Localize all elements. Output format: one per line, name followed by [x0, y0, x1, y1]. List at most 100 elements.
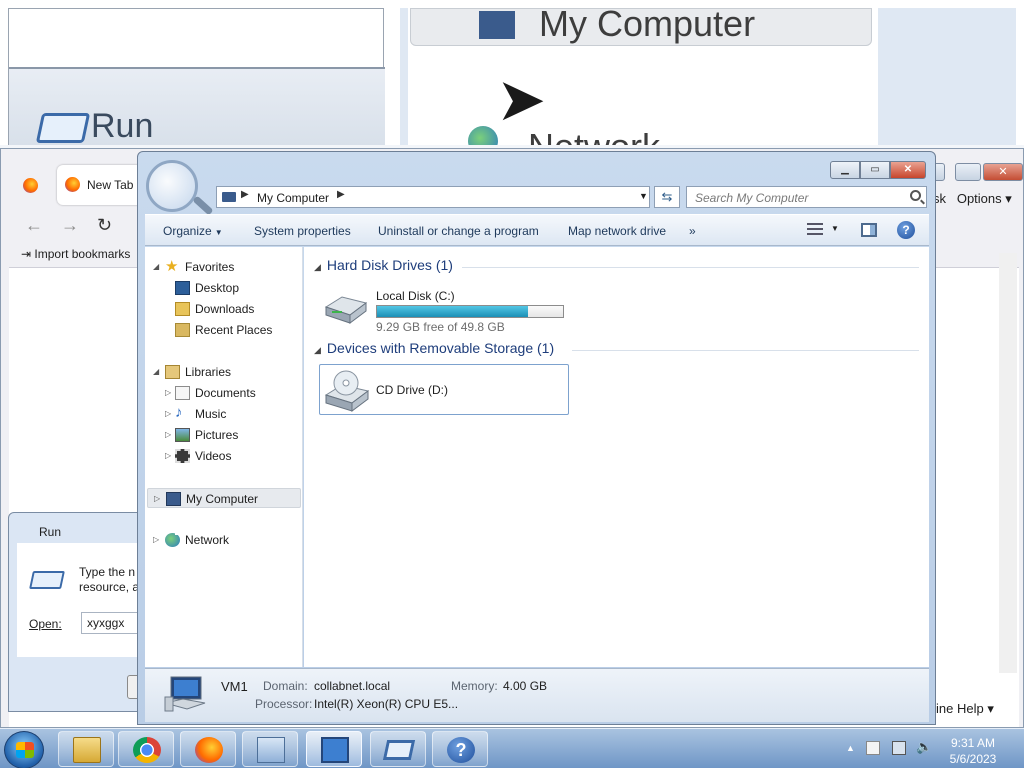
network-icon [165, 533, 180, 547]
local-disk-name[interactable]: Local Disk (C:) [376, 289, 455, 303]
control-panel-icon [257, 737, 285, 763]
online-help-menu[interactable]: ine Help ▾ [936, 701, 994, 717]
run-icon [29, 571, 65, 589]
chevron-right-icon[interactable]: ▷ [154, 494, 160, 503]
local-disk-free-space: 9.29 GB free of 49.8 GB [376, 320, 505, 334]
command-bar: Organize ▼ System properties Uninstall or… [145, 214, 929, 246]
preview-pane-icon[interactable] [861, 223, 877, 237]
nav-documents[interactable]: ▷ Documents [145, 383, 303, 403]
minimize-button[interactable]: ▁ [830, 161, 860, 179]
documents-icon [175, 386, 190, 400]
show-hidden-icons[interactable]: ▲ [846, 743, 855, 753]
chevron-down-icon[interactable]: ▼ [639, 191, 648, 201]
chevron-down-icon[interactable]: ▼ [831, 224, 839, 233]
start-button[interactable] [4, 731, 44, 768]
pictures-icon [175, 428, 190, 442]
taskbar-my-computer[interactable] [306, 731, 362, 767]
cd-drive-name: CD Drive (D:) [376, 383, 448, 397]
nav-libraries[interactable]: ◢ Libraries [145, 362, 303, 382]
action-center-icon[interactable] [866, 741, 880, 755]
search-input[interactable]: Search My Computer [686, 186, 927, 208]
computer-icon [222, 192, 236, 202]
open-label: Open: [29, 617, 62, 631]
firefox-icon [195, 737, 223, 763]
chevron-right-icon[interactable]: ▷ [153, 535, 159, 544]
help-icon[interactable]: ? [897, 221, 915, 239]
chevron-right-icon[interactable]: ▷ [165, 430, 171, 439]
breadcrumb[interactable]: My Computer [257, 191, 329, 205]
views-icon[interactable] [807, 223, 823, 235]
collapse-icon[interactable]: ◢ [314, 345, 321, 355]
chevron-right-icon[interactable]: ▷ [165, 388, 171, 397]
more-commands-button[interactable]: » [689, 224, 696, 238]
windows-logo-icon [16, 742, 34, 758]
volume-icon[interactable]: 🔈 [916, 739, 932, 754]
domain-value: collabnet.local [314, 679, 391, 693]
taskbar-explorer[interactable] [58, 731, 114, 767]
collapse-icon[interactable]: ◢ [314, 262, 321, 272]
network-status-icon[interactable] [892, 741, 906, 755]
details-pane: VM1 Domain: collabnet.local Memory: 4.00… [145, 668, 929, 722]
hard-disk-icon [322, 293, 368, 324]
close-button[interactable]: ✕ [983, 163, 1023, 181]
taskbar-chrome[interactable] [118, 731, 174, 767]
scrollbar[interactable] [999, 253, 1017, 673]
run-icon [382, 740, 416, 760]
search-icon[interactable] [910, 190, 921, 201]
disk-usage-fill [377, 306, 528, 317]
nav-downloads[interactable]: Downloads [145, 299, 303, 319]
reload-icon[interactable]: ↻ [97, 215, 112, 236]
maximize-button[interactable]: ▭ [860, 161, 890, 179]
organize-button[interactable]: Organize ▼ [163, 224, 223, 238]
taskbar-control-panel[interactable] [242, 731, 298, 767]
system-properties-button[interactable]: System properties [254, 224, 351, 238]
refresh-button[interactable]: ⇆ [654, 186, 680, 208]
nav-network[interactable]: ▷ Network [145, 530, 303, 550]
libraries-icon [165, 365, 180, 379]
expand-icon[interactable]: ◢ [153, 367, 159, 376]
close-button[interactable]: ✕ [890, 161, 926, 179]
chevron-right-icon[interactable]: ▷ [165, 409, 171, 418]
navigation-pane: ◢ ★ Favorites Desktop Downloads Recent P… [145, 247, 303, 667]
taskbar-run[interactable] [370, 731, 426, 767]
options-menu[interactable]: sk Options ▾ [933, 191, 1012, 207]
desktop-icon [175, 281, 190, 295]
nav-music[interactable]: ▷ ♪ Music [145, 404, 303, 424]
cd-drive-item[interactable]: CD Drive (D:) [319, 364, 569, 415]
magnifier-handle [192, 195, 214, 216]
import-bookmarks-button[interactable]: ⇥ Import bookmarks [21, 247, 130, 261]
help-icon: ? [447, 737, 475, 763]
map-network-drive-button[interactable]: Map network drive [568, 224, 666, 238]
magnifier-icon[interactable] [146, 160, 198, 212]
nav-desktop[interactable]: Desktop [145, 278, 303, 298]
processor-value: Intel(R) Xeon(R) CPU E5... [314, 697, 459, 711]
star-icon: ★ [165, 258, 179, 275]
nav-my-computer[interactable]: ▷ My Computer [147, 488, 301, 508]
group-hard-disks[interactable]: ◢ Hard Disk Drives (1) [314, 257, 919, 273]
computer-icon [479, 11, 515, 39]
memory-label: Memory: [451, 679, 498, 693]
nav-videos[interactable]: ▷ Videos [145, 446, 303, 466]
maximize-button[interactable] [955, 163, 981, 181]
firefox-icon[interactable] [23, 178, 38, 193]
cursor-icon [175, 515, 187, 535]
expand-icon[interactable]: ◢ [153, 262, 159, 271]
chevron-right-icon[interactable]: ▷ [165, 451, 171, 460]
memory-value: 4.00 GB [503, 679, 548, 693]
group-removable-storage[interactable]: ◢ Devices with Removable Storage (1) [314, 340, 919, 356]
address-bar[interactable]: ▶ My Computer ▶ ▼ [216, 186, 650, 208]
uninstall-program-button[interactable]: Uninstall or change a program [378, 224, 539, 238]
back-icon[interactable]: ← [25, 215, 43, 236]
computer-icon [163, 675, 207, 713]
nav-favorites[interactable]: ◢ ★ Favorites [145, 257, 303, 277]
firefox-tab-icon [65, 177, 80, 192]
taskbar-firefox[interactable] [180, 731, 236, 767]
system-clock[interactable]: 9:31 AM 5/6/2023 [936, 735, 1010, 767]
nav-recent-places[interactable]: Recent Places [145, 320, 303, 340]
taskbar-help[interactable]: ? [432, 731, 488, 767]
nav-pictures[interactable]: ▷ Pictures [145, 425, 303, 445]
disk-usage-bar [376, 305, 564, 318]
chevron-right-icon[interactable]: ▶ [337, 189, 345, 200]
chevron-right-icon[interactable]: ▶ [241, 189, 249, 200]
forward-icon[interactable]: → [61, 215, 79, 236]
